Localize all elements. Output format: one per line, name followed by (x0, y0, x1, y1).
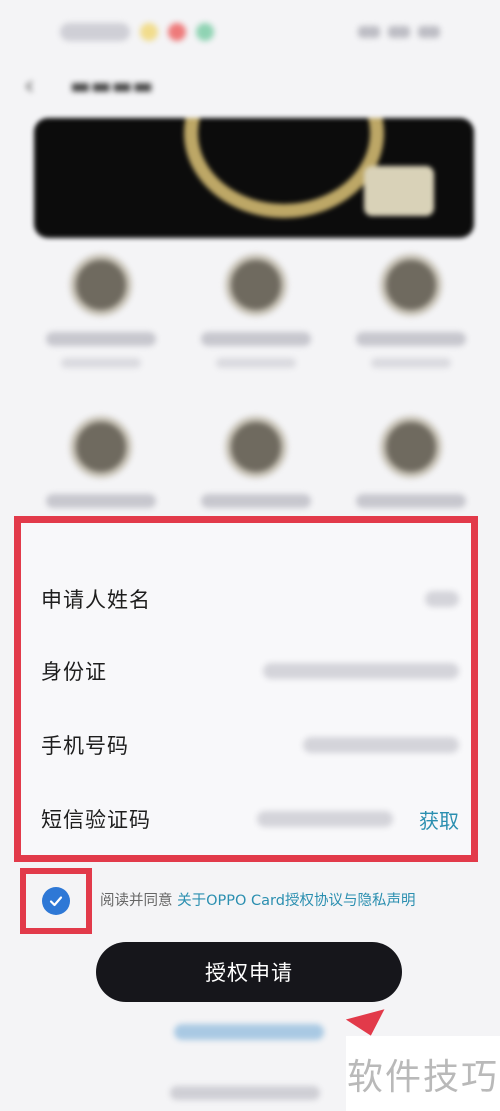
agreement-text: 阅读并同意 关于OPPO Card授权协议与隐私声明 (100, 889, 415, 910)
card-banner (34, 118, 474, 238)
sms-label: 短信验证码 (41, 808, 151, 832)
benefit-label (356, 332, 466, 346)
agreement-prefix: 阅读并同意 (100, 893, 173, 909)
benefit-icon (225, 416, 287, 478)
benefits-grid (36, 254, 476, 556)
benefit-item (346, 254, 476, 368)
agreement-checkbox-highlight (20, 868, 92, 934)
phone-field[interactable] (303, 737, 459, 753)
benefit-icon (225, 254, 287, 316)
form-row-phone[interactable]: 手机号码 (41, 725, 459, 765)
phone-label: 手机号码 (41, 734, 129, 758)
card-chip-graphic (364, 166, 434, 216)
name-label: 申请人姓名 (41, 588, 151, 612)
benefits-row (36, 254, 476, 368)
blurred-link[interactable] (174, 1024, 324, 1040)
benefit-label (201, 332, 311, 346)
status-time-placeholder (60, 23, 130, 41)
benefit-label (356, 494, 466, 508)
blurred-bottom-text (170, 1086, 320, 1100)
benefit-item (36, 416, 166, 508)
benefit-icon (70, 254, 132, 316)
get-code-button[interactable]: 获取 (419, 805, 459, 834)
benefit-icon (380, 254, 442, 316)
status-icon-green (196, 23, 214, 41)
benefit-label (201, 494, 311, 508)
benefit-sub (61, 358, 141, 368)
back-arrow-icon[interactable]: ‹ (24, 73, 44, 99)
form-row-sms[interactable]: 短信验证码 获取 (41, 799, 459, 839)
top-nav: ‹ ▬▬▬▬ (24, 66, 324, 106)
benefit-icon (380, 416, 442, 478)
check-icon (49, 896, 63, 907)
benefits-row (36, 416, 476, 508)
status-bar (60, 12, 440, 52)
benefit-sub (216, 358, 296, 368)
benefit-item (346, 416, 476, 508)
benefit-item (191, 254, 321, 368)
name-field[interactable] (425, 591, 459, 607)
benefit-label (46, 494, 156, 508)
sms-code-field[interactable] (257, 811, 393, 827)
agreement-link[interactable]: 关于OPPO Card授权协议与隐私声明 (177, 893, 415, 909)
agreement-checkbox[interactable] (42, 887, 70, 915)
id-label: 身份证 (41, 660, 107, 684)
card-ring-graphic (184, 118, 384, 218)
nav-title-blurred: ▬▬▬▬ (70, 73, 154, 99)
authorize-apply-button[interactable]: 授权申请 (96, 942, 402, 1002)
sms-right: 获取 (257, 805, 459, 834)
id-field[interactable] (263, 663, 459, 679)
benefit-item (36, 254, 166, 368)
benefit-label (46, 332, 156, 346)
benefit-sub (371, 358, 451, 368)
form-row-name[interactable]: 申请人姓名 (41, 579, 459, 619)
status-icon-yellow (140, 23, 158, 41)
benefit-icon (70, 416, 132, 478)
benefit-item (191, 416, 321, 508)
application-form-highlight: 申请人姓名 身份证 手机号码 短信验证码 获取 (14, 516, 478, 862)
form-row-id[interactable]: 身份证 (41, 651, 459, 691)
status-icon-red (168, 23, 186, 41)
watermark: 软件技巧 (346, 1036, 500, 1111)
status-right-icons (358, 26, 440, 38)
